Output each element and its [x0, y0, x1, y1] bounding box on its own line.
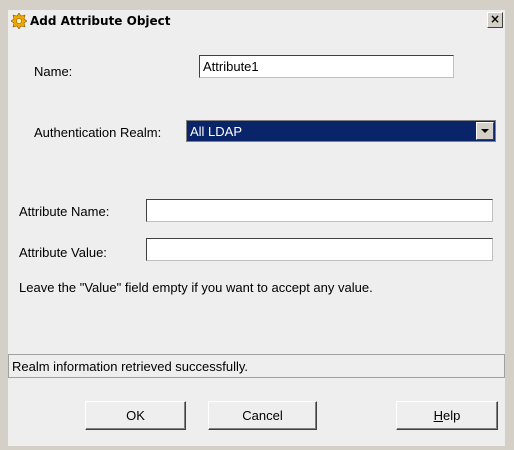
help-button-label: elp — [443, 408, 461, 423]
cancel-button[interactable]: Cancel — [208, 401, 317, 430]
close-button[interactable]: × — [487, 12, 503, 28]
status-bar: Realm information retrieved successfully… — [8, 354, 505, 378]
attribute-value-label: Attribute Value: — [19, 245, 107, 260]
ok-button[interactable]: OK — [85, 401, 186, 430]
authentication-realm-label: Authentication Realm: — [34, 125, 162, 140]
attribute-name-label: Attribute Name: — [19, 204, 110, 219]
help-button[interactable]: Help — [396, 401, 498, 430]
add-attribute-dialog: Add Attribute Object × Name: Authenticat… — [0, 0, 514, 450]
chevron-down-icon — [481, 129, 489, 133]
authentication-realm-select[interactable]: All LDAP — [186, 120, 496, 142]
dialog-title: Add Attribute Object — [30, 14, 171, 28]
dropdown-button[interactable] — [476, 122, 494, 140]
attribute-name-input[interactable] — [146, 199, 493, 222]
attribute-value-input[interactable] — [146, 238, 493, 261]
help-mnemonic: H — [433, 408, 444, 423]
cancel-button-label: Cancel — [242, 408, 283, 423]
ok-button-label: OK — [126, 408, 145, 423]
title-bar[interactable]: Add Attribute Object × — [8, 10, 505, 32]
name-label: Name: — [34, 64, 73, 79]
name-input[interactable] — [199, 55, 454, 78]
authentication-realm-value: All LDAP — [190, 124, 243, 139]
gear-star-icon — [11, 13, 27, 29]
hint-text: Leave the "Value" field empty if you wan… — [19, 280, 373, 295]
close-icon: × — [489, 12, 501, 26]
status-text: Realm information retrieved successfully… — [12, 359, 249, 374]
